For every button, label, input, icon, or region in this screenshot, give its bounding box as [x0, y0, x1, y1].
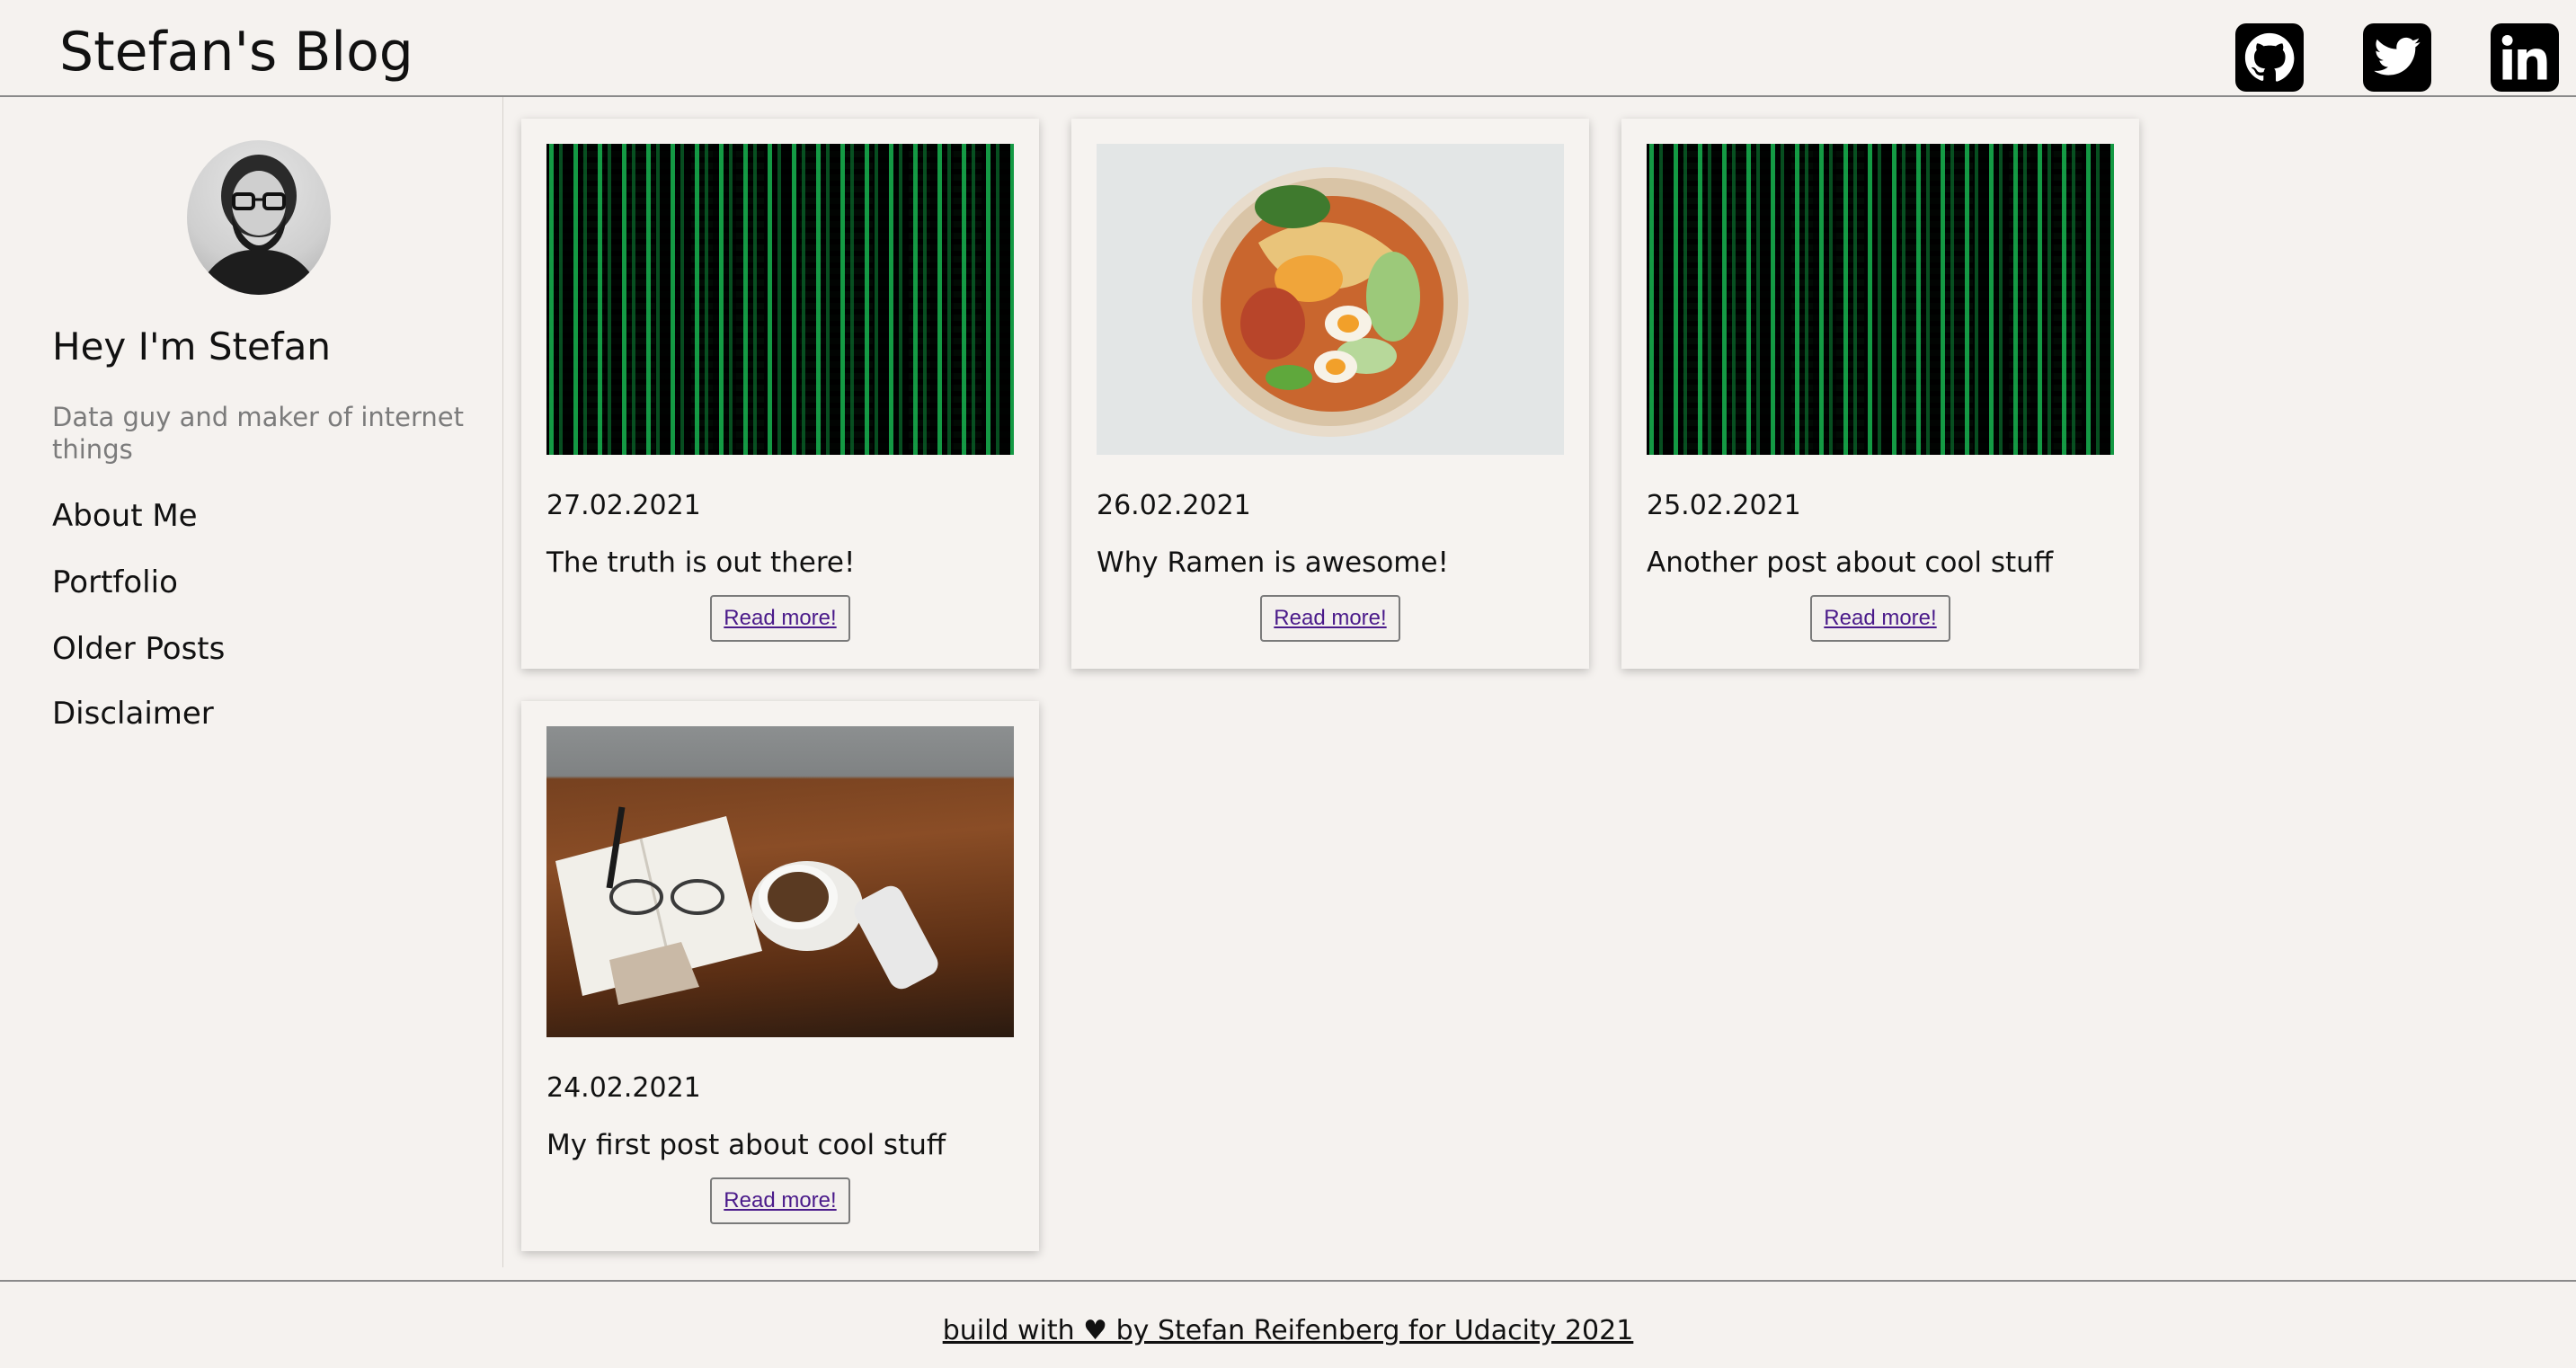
- post-title: Another post about cool stuff: [1647, 546, 2054, 579]
- read-more-button[interactable]: Read more!: [1260, 595, 1400, 642]
- nav-link-disclaimer[interactable]: Disclaimer: [52, 694, 214, 733]
- post-title: Why Ramen is awesome!: [1097, 546, 1449, 579]
- post-card: 24.02.2021 My first post about cool stuf…: [521, 701, 1039, 1251]
- post-image-ramen-bowl[interactable]: [1097, 144, 1564, 455]
- profile-greeting: Hey I'm Stefan: [52, 324, 331, 369]
- post-date: 27.02.2021: [546, 490, 701, 521]
- post-card: 25.02.2021 Another post about cool stuff…: [1621, 119, 2139, 669]
- post-date: 25.02.2021: [1647, 490, 1801, 521]
- sidebar: Hey I'm Stefan Data guy and maker of int…: [0, 97, 503, 1267]
- post-image-matrix-code[interactable]: [1647, 144, 2114, 455]
- post-image-matrix-code[interactable]: [546, 144, 1014, 455]
- site-footer: build with ♥ by Stefan Reifenberg for Ud…: [0, 1280, 2576, 1368]
- post-card: 27.02.2021 The truth is out there! Read …: [521, 119, 1039, 669]
- twitter-icon[interactable]: [2363, 23, 2431, 92]
- footer-credit-link[interactable]: build with ♥ by Stefan Reifenberg for Ud…: [0, 1314, 2576, 1348]
- read-more-button[interactable]: Read more!: [1810, 595, 1950, 642]
- post-date: 26.02.2021: [1097, 490, 1251, 521]
- read-more-button[interactable]: Read more!: [710, 1177, 850, 1224]
- profile-tagline: Data guy and maker of internet things: [52, 402, 464, 465]
- nav-link-about-me[interactable]: About Me: [52, 496, 198, 536]
- github-icon[interactable]: [2235, 23, 2304, 92]
- site-title[interactable]: Stefan's Blog: [59, 20, 413, 84]
- site-header: Stefan's Blog: [0, 0, 2576, 97]
- nav-link-older-posts[interactable]: Older Posts: [52, 629, 225, 669]
- nav-link-portfolio[interactable]: Portfolio: [52, 563, 178, 602]
- read-more-button[interactable]: Read more!: [710, 595, 850, 642]
- avatar: [187, 140, 331, 295]
- post-image-desk-coffee-notebook[interactable]: [546, 726, 1014, 1037]
- linkedin-icon[interactable]: [2491, 23, 2559, 92]
- post-title: My first post about cool stuff: [546, 1129, 946, 1161]
- post-title: The truth is out there!: [546, 546, 856, 579]
- post-card: 26.02.2021 Why Ramen is awesome! Read mo…: [1071, 119, 1589, 669]
- post-date: 24.02.2021: [546, 1072, 701, 1104]
